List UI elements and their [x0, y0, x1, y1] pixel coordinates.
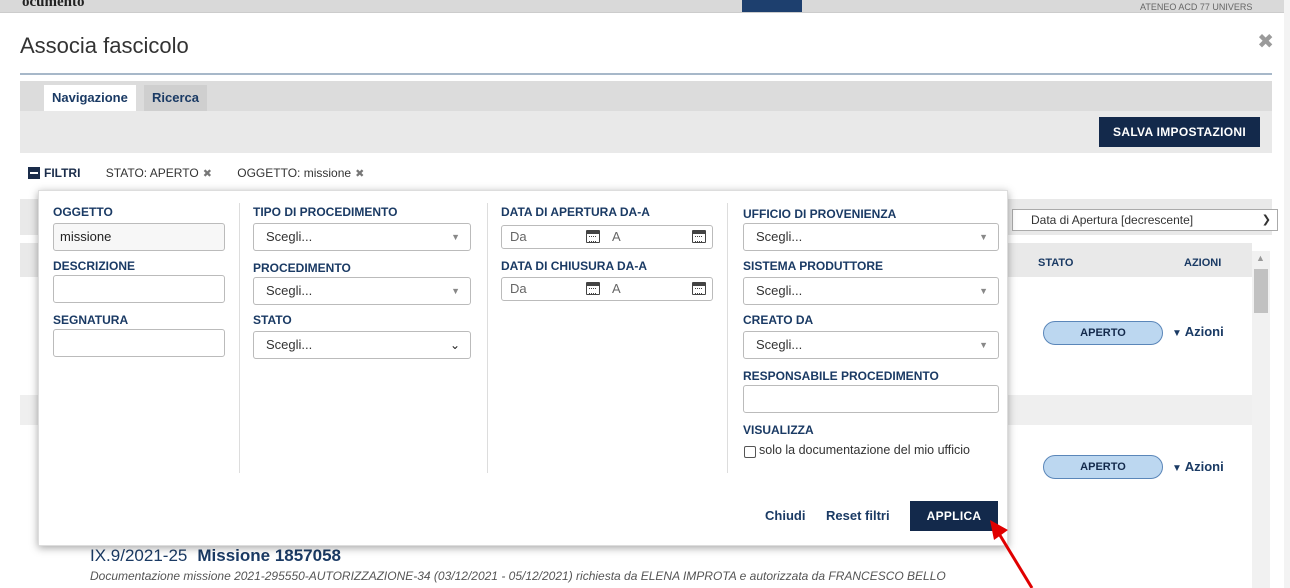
triangle-down-icon: ▼	[979, 286, 988, 296]
result-title[interactable]: IX.9/2021-25 Missione 1857058	[90, 546, 341, 566]
save-settings-button[interactable]: SALVA IMPOSTAZIONI	[1099, 117, 1260, 147]
select-value: Scegli...	[266, 337, 313, 352]
result-description: Documentazione missione 2021-295550-AUTO…	[90, 569, 946, 583]
remove-filter-icon[interactable]: ✖	[355, 168, 364, 180]
results-scrollbar[interactable]: ▲	[1252, 251, 1270, 588]
sistema-produttore-label: SISTEMA PRODUTTORE	[743, 259, 884, 273]
chevron-down-icon: ❯	[1261, 214, 1271, 226]
oggetto-field[interactable]: missione	[53, 223, 225, 251]
mio-ufficio-checkbox[interactable]	[744, 446, 756, 458]
row-actions-label: Azioni	[1184, 324, 1224, 339]
reset-filters-button[interactable]: Reset filtri	[826, 508, 890, 523]
sistema-produttore-select[interactable]: Scegli... ▼	[743, 277, 999, 305]
tipo-procedimento-label: TIPO DI PROCEDIMENTO	[253, 205, 398, 219]
status-badge: APERTO	[1043, 321, 1163, 345]
data-apertura-label: DATA DI APERTURA DA-A	[501, 205, 650, 219]
segnatura-field[interactable]	[53, 329, 225, 357]
filter-panel: OGGETTO missione DESCRIZIONE SEGNATURA T…	[38, 190, 1008, 546]
mio-ufficio-checkbox-label[interactable]: solo la documentazione del mio ufficio	[759, 443, 970, 457]
data-apertura-to[interactable]: A	[612, 226, 621, 248]
procedimento-label: PROCEDIMENTO	[253, 261, 351, 275]
row-actions-menu[interactable]: ▼ Azioni	[1172, 324, 1224, 339]
arrow-head	[990, 520, 1008, 540]
calendar-icon[interactable]	[586, 282, 600, 295]
ufficio-provenienza-label: UFFICIO DI PROVENIENZA	[743, 207, 897, 221]
row-actions-label: Azioni	[1184, 459, 1224, 474]
filter-chip-label: OGGETTO: missione	[237, 165, 352, 180]
toolbar: SALVA IMPOSTAZIONI	[20, 111, 1272, 153]
scroll-up-icon[interactable]: ▲	[1256, 253, 1265, 263]
responsabile-field[interactable]	[743, 385, 999, 413]
data-chiusura-from[interactable]: Da	[510, 278, 527, 300]
result-segnatura: IX.9/2021-25	[90, 546, 188, 565]
title-divider	[20, 73, 1272, 75]
red-arrow-annotation	[990, 520, 1034, 588]
data-chiusura-to[interactable]: A	[612, 278, 621, 300]
filter-chip-oggetto: OGGETTO: missione ✖	[237, 166, 364, 180]
triangle-down-icon: ▼	[979, 232, 988, 242]
triangle-down-icon: ▼	[1172, 463, 1185, 474]
collapse-minus-icon[interactable]	[28, 166, 40, 179]
sort-select[interactable]: Data di Apertura [decrescente] ❯	[1012, 209, 1278, 231]
stato-select[interactable]: Scegli... ⌄	[253, 331, 471, 359]
filters-toggle[interactable]: FILTRI	[44, 166, 80, 180]
chevron-down-icon: ⌄	[449, 338, 460, 352]
creato-da-label: CREATO DA	[743, 313, 814, 327]
data-chiusura-range: Da A	[501, 277, 713, 301]
dialog-title: Associa fascicolo	[20, 33, 189, 58]
data-apertura-from[interactable]: Da	[510, 226, 527, 248]
status-badge: APERTO	[1043, 455, 1163, 479]
column-divider	[727, 203, 728, 473]
result-name[interactable]: Missione 1857058	[197, 546, 341, 565]
oggetto-label: OGGETTO	[53, 205, 113, 219]
descrizione-label: DESCRIZIONE	[53, 259, 136, 273]
creato-da-select[interactable]: Scegli... ▼	[743, 331, 999, 359]
data-apertura-range: Da A	[501, 225, 713, 249]
background-page-edge	[1284, 0, 1290, 588]
visualizza-label: VISUALIZZA	[743, 423, 814, 437]
select-value: Scegli...	[266, 229, 313, 244]
data-chiusura-label: DATA DI CHIUSURA DA-A	[501, 259, 647, 273]
tab-ricerca[interactable]: Ricerca	[144, 85, 207, 111]
sort-select-value: Data di Apertura [decrescente]	[1031, 213, 1194, 227]
background-header-text: ocumento	[22, 0, 85, 10]
filter-chip-stato: STATO: APERTO ✖	[106, 166, 212, 180]
select-value: Scegli...	[756, 283, 803, 298]
ufficio-provenienza-select[interactable]: Scegli... ▼	[743, 223, 999, 251]
select-value: Scegli...	[756, 229, 803, 244]
remove-filter-icon[interactable]: ✖	[203, 168, 212, 180]
responsabile-label: RESPONSABILE PROCEDIMENTO	[743, 369, 939, 383]
column-divider	[487, 203, 488, 473]
triangle-down-icon: ▼	[979, 340, 988, 350]
triangle-down-icon: ▼	[1172, 328, 1185, 339]
column-header-stato[interactable]: STATO	[1038, 257, 1073, 269]
select-value: Scegli...	[266, 283, 313, 298]
column-header-azioni: AZIONI	[1184, 257, 1222, 269]
scrollbar-thumb[interactable]	[1254, 269, 1268, 313]
procedimento-select[interactable]: Scegli... ▼	[253, 277, 471, 305]
tipo-procedimento-select[interactable]: Scegli... ▼	[253, 223, 471, 251]
arrow-shaft	[996, 531, 1034, 588]
calendar-icon[interactable]	[692, 230, 706, 243]
triangle-down-icon: ▼	[451, 232, 460, 242]
column-divider	[239, 203, 240, 473]
tab-navigazione[interactable]: Navigazione	[44, 85, 136, 111]
calendar-icon[interactable]	[692, 282, 706, 295]
select-value: Scegli...	[756, 337, 803, 352]
close-filters-button[interactable]: Chiudi	[765, 508, 805, 523]
calendar-icon[interactable]	[586, 230, 600, 243]
close-icon[interactable]: ✖	[1257, 29, 1274, 54]
screen: ocumento ATENEO ACD 77 UNIVERS Associa f…	[0, 0, 1290, 588]
filter-chip-label: STATO: APERTO	[105, 165, 199, 180]
tab-bar: Navigazione Ricerca	[20, 81, 1272, 111]
row-actions-menu[interactable]: ▼ Azioni	[1172, 459, 1224, 474]
descrizione-field[interactable]	[53, 275, 225, 303]
triangle-down-icon: ▼	[451, 286, 460, 296]
segnatura-label: SEGNATURA	[53, 313, 129, 327]
background-header-right-text: ATENEO ACD 77 UNIVERS	[1140, 2, 1253, 12]
active-filters-bar: FILTRI STATO: APERTO ✖ OGGETTO: missione ✖	[28, 165, 386, 181]
stato-label: STATO	[253, 313, 292, 327]
